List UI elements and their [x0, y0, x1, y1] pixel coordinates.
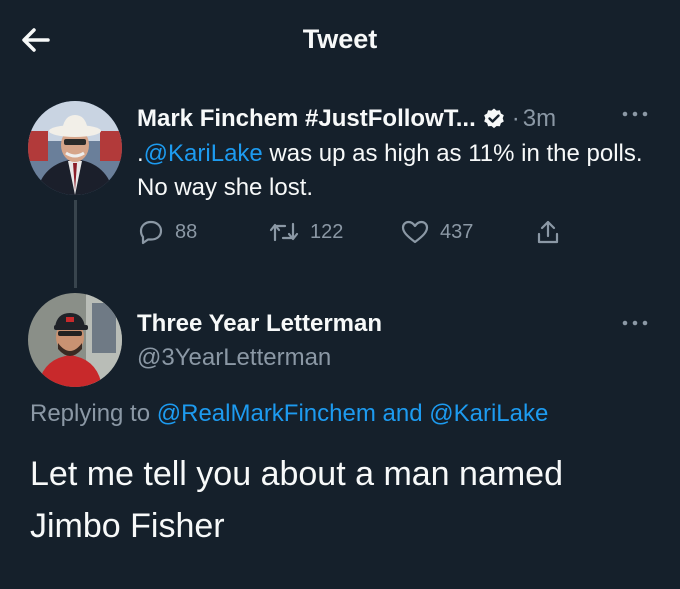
more-options-icon[interactable] — [620, 313, 650, 339]
replying-mention-1[interactable]: @RealMarkFinchem — [157, 400, 376, 427]
share-button[interactable] — [534, 218, 562, 246]
avatar-mark-finchem[interactable] — [28, 101, 122, 195]
replying-to-line: Replying to @RealMarkFinchem and @KariLa… — [30, 400, 548, 428]
replying-and: and — [375, 400, 430, 427]
text-prefix: . — [137, 140, 144, 167]
reply-display-name[interactable]: Three Year Letterman — [137, 310, 382, 338]
retweet-icon — [268, 218, 300, 246]
reply-tweet-text: Let me tell you about a man named Jimbo … — [30, 455, 563, 545]
reply-handle[interactable]: @3YearLetterman — [137, 344, 331, 372]
verified-badge-icon — [482, 107, 506, 131]
tweet-timestamp[interactable]: 3m — [523, 105, 556, 133]
reply-count: 88 — [175, 220, 198, 243]
parent-display-name[interactable]: Mark Finchem #JustFollowT... — [137, 105, 476, 133]
like-count: 437 — [440, 220, 474, 243]
thread-line — [74, 200, 77, 288]
reply-button[interactable]: 88 — [137, 218, 197, 246]
time-separator: · — [511, 105, 520, 132]
mention-link[interactable]: @KariLake — [144, 140, 263, 167]
avatar-three-year-letterman[interactable] — [28, 293, 122, 387]
parent-tweet-text: .@KariLake was up as high as 11% in the … — [137, 137, 647, 205]
heart-icon — [400, 218, 430, 246]
share-icon — [534, 218, 562, 246]
replying-prefix: Replying to — [30, 400, 157, 427]
more-options-icon[interactable] — [620, 104, 650, 130]
replying-mention-2[interactable]: @KariLake — [429, 400, 548, 427]
parent-tweet-header: Mark Finchem #JustFollowT... · 3m — [137, 103, 556, 135]
page-title: Tweet — [302, 24, 378, 54]
retweet-count: 122 — [310, 220, 344, 243]
reply-icon — [137, 218, 165, 246]
retweet-button[interactable]: 122 — [268, 218, 343, 246]
like-button[interactable]: 437 — [400, 218, 473, 246]
